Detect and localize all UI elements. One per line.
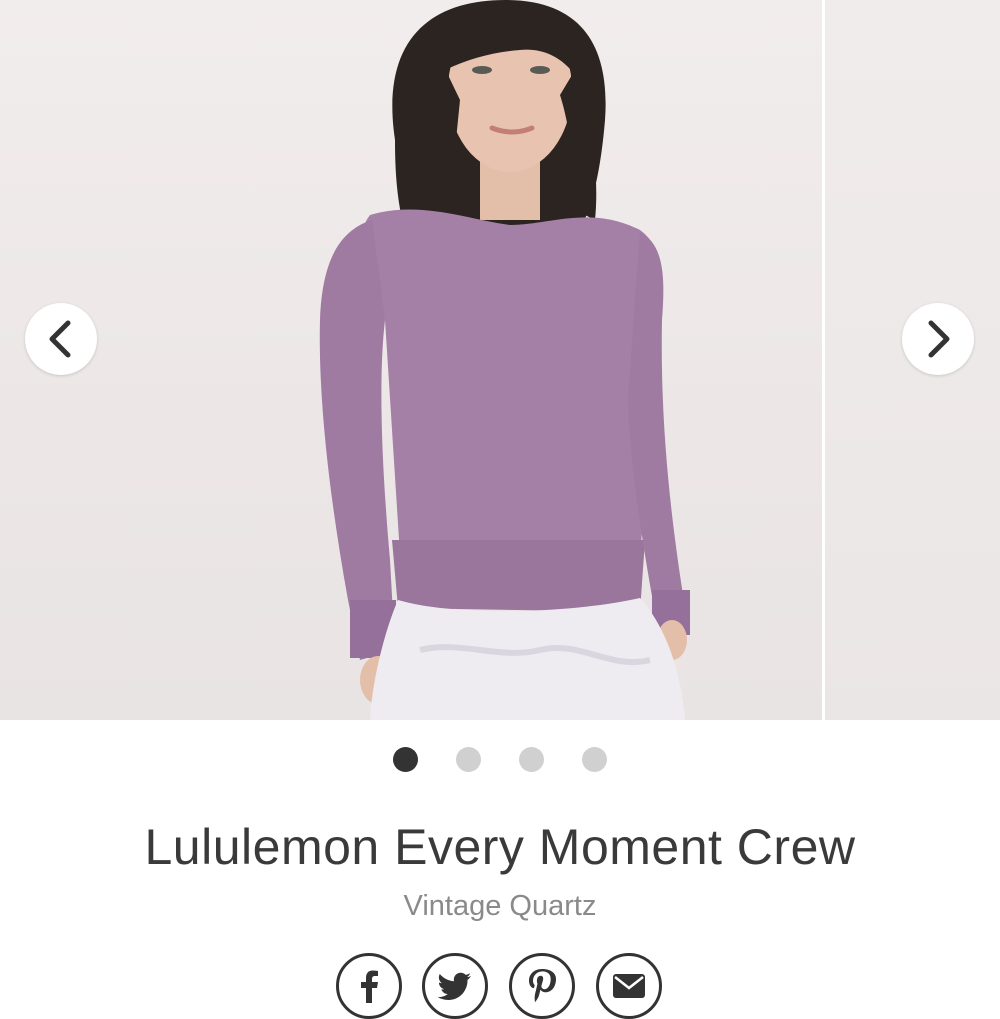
model-photo-illustration: [319, 0, 690, 720]
carousel-dot-4[interactable]: [582, 747, 607, 772]
chevron-right-icon: [928, 320, 950, 358]
twitter-icon: [437, 972, 471, 1000]
share-pinterest-button[interactable]: [509, 953, 575, 1019]
product-title: Lululemon Every Moment Crew: [144, 819, 856, 875]
carousel-dot-1[interactable]: [393, 747, 418, 772]
carousel-pagination: [0, 747, 1000, 773]
carousel-dot-3[interactable]: [519, 747, 544, 772]
carousel-dot-2[interactable]: [456, 747, 481, 772]
carousel-next-button[interactable]: [902, 303, 974, 375]
product-photo: [0, 0, 822, 720]
email-icon: [613, 974, 645, 998]
product-color: Vintage Quartz: [403, 890, 597, 922]
share-facebook-button[interactable]: [336, 953, 402, 1019]
carousel-prev-button[interactable]: [25, 303, 97, 375]
pinterest-icon: [529, 969, 556, 1002]
product-image-carousel[interactable]: [0, 0, 1000, 720]
share-twitter-button[interactable]: [422, 953, 488, 1019]
share-email-button[interactable]: [596, 953, 662, 1019]
chevron-left-icon: [49, 320, 71, 358]
facebook-icon: [361, 970, 378, 1003]
